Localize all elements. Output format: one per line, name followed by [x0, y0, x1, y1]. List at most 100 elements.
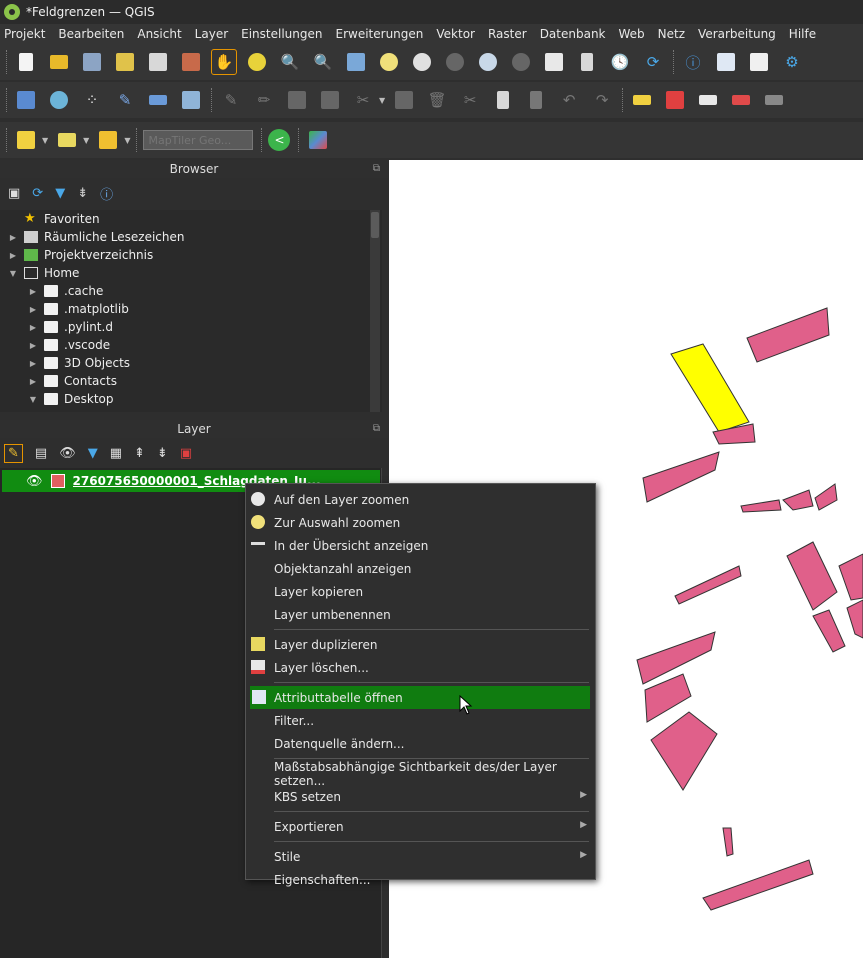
toggle-editing-button[interactable]: ✏ — [251, 87, 277, 113]
chevron-down-icon[interactable]: ▼ — [124, 136, 130, 145]
browser-item-home[interactable]: ▼ Home — [0, 264, 382, 282]
add-vector-layer-button[interactable] — [13, 87, 39, 113]
zoom-next-button[interactable] — [508, 49, 534, 75]
remove-layer-icon[interactable]: ▣ — [180, 446, 192, 461]
paste-features-button[interactable] — [523, 87, 549, 113]
toolbar-handle[interactable] — [298, 128, 300, 152]
menu-filter[interactable]: Filter... — [246, 709, 595, 732]
delete-selected-button[interactable]: 🗑 — [424, 87, 450, 113]
settings-button[interactable]: ⚙ — [779, 49, 805, 75]
menu-scale-visibility[interactable]: Maßstabsabhängige Sichtbarkeit des/der L… — [246, 760, 595, 788]
menu-rename-layer[interactable]: Layer umbenennen — [246, 603, 595, 626]
collapse-all-icon[interactable]: ⇟ — [157, 446, 168, 461]
pan-map-button[interactable]: ✋ — [211, 49, 237, 75]
locator-search-input[interactable] — [143, 130, 254, 150]
menu-zoom-to-layer[interactable]: Auf den Layer zoomen — [246, 488, 595, 511]
menu-remove-layer[interactable]: Layer löschen... — [246, 656, 595, 679]
redo-button[interactable]: ↷ — [589, 87, 615, 113]
menu-erweiterungen[interactable]: Erweiterungen — [336, 27, 424, 41]
identify-features-button[interactable]: ⓘ — [680, 49, 706, 75]
pin-labels-button[interactable] — [695, 87, 721, 113]
menu-netz[interactable]: Netz — [658, 27, 685, 41]
modify-attributes-button[interactable] — [391, 87, 417, 113]
chevron-right-icon[interactable]: ▶ — [28, 287, 38, 296]
style-manager-button[interactable] — [178, 49, 204, 75]
menu-copy-layer[interactable]: Layer kopieren — [246, 580, 595, 603]
menu-duplicate-layer[interactable]: Layer duplizieren — [246, 633, 595, 656]
menu-einstellungen[interactable]: Einstellungen — [241, 27, 322, 41]
menu-verarbeitung[interactable]: Verarbeitung — [698, 27, 776, 41]
layer-styling-icon[interactable]: ✎ — [4, 443, 23, 463]
chevron-down-icon[interactable]: ▼ — [28, 395, 38, 404]
open-project-button[interactable] — [46, 49, 72, 75]
browser-item-project-folder[interactable]: ▶ Projektverzeichnis — [0, 246, 382, 264]
undock-icon[interactable]: ⧉ — [373, 160, 380, 178]
zoom-to-layer-button[interactable] — [409, 49, 435, 75]
filter-by-expression-icon[interactable]: ▦ — [110, 446, 122, 461]
browser-item-folder[interactable]: ▶ Contacts — [0, 372, 382, 390]
chevron-down-icon[interactable]: ▼ — [42, 136, 48, 145]
menu-vektor[interactable]: Vektor — [436, 27, 475, 41]
scrollbar-thumb[interactable] — [371, 212, 379, 238]
menu-open-attribute-table[interactable]: Attributtabelle öffnen — [250, 686, 590, 709]
vertex-tool-button[interactable]: ✂ — [350, 87, 376, 113]
chevron-down-icon[interactable]: ▼ — [8, 269, 18, 278]
zoom-full-button[interactable] — [343, 49, 369, 75]
zoom-last-button[interactable] — [475, 49, 501, 75]
deselect-features-button[interactable] — [95, 127, 121, 153]
filter-icon[interactable]: ▼ — [55, 186, 65, 201]
zoom-to-selection-button[interactable] — [376, 49, 402, 75]
info-icon[interactable]: ⓘ — [100, 184, 113, 203]
digitize-polygon-button[interactable] — [178, 87, 204, 113]
browser-item-folder[interactable]: ▶ .matplotlib — [0, 300, 382, 318]
cut-features-button[interactable]: ✂ — [457, 87, 483, 113]
menu-bearbeiten[interactable]: Bearbeiten — [58, 27, 124, 41]
add-group-icon[interactable]: ▤ — [35, 446, 47, 461]
label-toolbar-button[interactable] — [629, 87, 655, 113]
browser-item-folder[interactable]: ▼ Desktop — [0, 390, 382, 408]
zoom-native-button[interactable] — [442, 49, 468, 75]
menu-show-in-overview[interactable]: In der Übersicht anzeigen — [246, 534, 595, 557]
refresh-button[interactable]: ⟳ — [640, 49, 666, 75]
menu-ansicht[interactable]: Ansicht — [137, 27, 181, 41]
menu-datenbank[interactable]: Datenbank — [540, 27, 606, 41]
add-point-layer-button[interactable]: ⁘ — [79, 87, 105, 113]
menu-styles[interactable]: Stile ▶ — [246, 845, 595, 868]
undo-button[interactable]: ↶ — [556, 87, 582, 113]
filter-legend-icon[interactable]: ▼ — [88, 446, 98, 461]
menu-web[interactable]: Web — [619, 27, 645, 41]
toolbar-handle[interactable] — [261, 128, 263, 152]
toolbar-handle[interactable] — [6, 50, 8, 74]
toolbar-handle[interactable] — [211, 88, 213, 112]
open-attribute-table-button[interactable] — [713, 49, 739, 75]
chevron-right-icon[interactable]: ▶ — [28, 341, 38, 350]
toolbar-handle[interactable] — [136, 128, 138, 152]
add-feature-button[interactable] — [317, 87, 343, 113]
field-calculator-button[interactable] — [746, 49, 772, 75]
chevron-down-icon[interactable]: ▼ — [379, 96, 385, 105]
menu-change-datasource[interactable]: Datenquelle ändern... — [246, 732, 595, 755]
add-layer-icon[interactable]: ▣ — [8, 186, 20, 201]
chevron-right-icon[interactable]: ▶ — [28, 323, 38, 332]
save-edits-button[interactable] — [284, 87, 310, 113]
chevron-right-icon[interactable]: ▶ — [8, 233, 18, 242]
menu-properties[interactable]: Eigenschaften... — [246, 868, 595, 891]
copy-features-button[interactable] — [490, 87, 516, 113]
chevron-right-icon[interactable]: ▶ — [8, 251, 18, 260]
browser-item-folder[interactable]: ▶ .cache — [0, 282, 382, 300]
diagram-button[interactable] — [662, 87, 688, 113]
collapse-all-icon[interactable]: ⇟ — [77, 186, 88, 201]
new-bookmark-button[interactable] — [574, 49, 600, 75]
plugin-button[interactable] — [305, 127, 331, 153]
toolbar-handle[interactable] — [622, 88, 624, 112]
menu-hilfe[interactable]: Hilfe — [789, 27, 816, 41]
menu-show-feature-count[interactable]: Objektanzahl anzeigen — [246, 557, 595, 580]
zoom-out-button[interactable]: 🔍 — [310, 49, 336, 75]
chevron-right-icon[interactable]: ▶ — [28, 359, 38, 368]
toolbar-handle[interactable] — [6, 128, 8, 152]
menu-export[interactable]: Exportieren ▶ — [246, 815, 595, 838]
add-wms-layer-button[interactable] — [46, 87, 72, 113]
menu-projekt[interactable]: Projekt — [4, 27, 45, 41]
chevron-right-icon[interactable]: ▶ — [28, 305, 38, 314]
share-icon[interactable]: < — [268, 129, 291, 151]
